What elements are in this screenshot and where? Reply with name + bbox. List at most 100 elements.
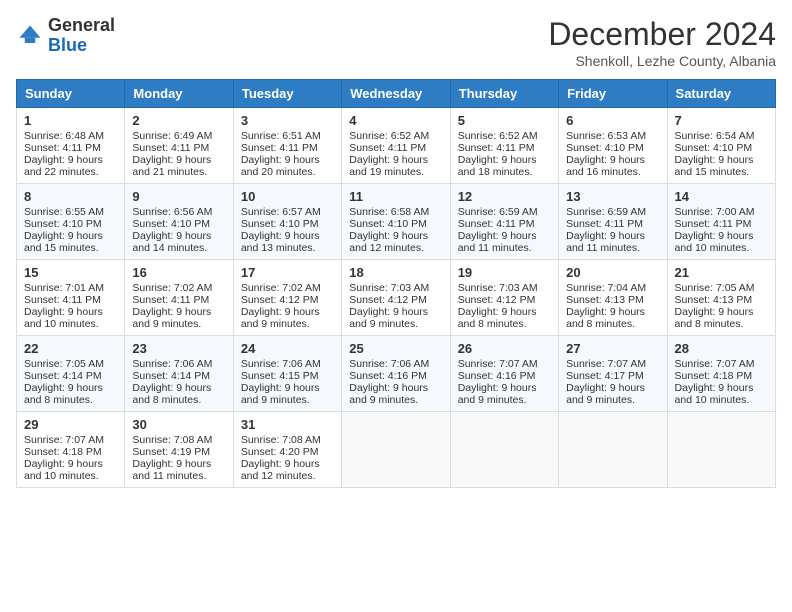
- calendar-cell: 9 Sunrise: 6:56 AM Sunset: 4:10 PM Dayli…: [125, 184, 233, 260]
- day-number: 12: [458, 189, 551, 204]
- sunrise-label: Sunrise: 7:05 AM: [24, 358, 104, 370]
- sunrise-label: Sunrise: 6:56 AM: [132, 206, 212, 218]
- sunrise-label: Sunrise: 7:07 AM: [24, 434, 104, 446]
- sunset-label: Sunset: 4:12 PM: [458, 294, 536, 306]
- sunset-label: Sunset: 4:11 PM: [458, 142, 535, 154]
- sunrise-label: Sunrise: 7:06 AM: [241, 358, 321, 370]
- calendar-cell: [342, 412, 450, 488]
- day-of-week-header: Tuesday: [233, 80, 341, 108]
- daylight-label: Daylight: 9 hours and 10 minutes.: [24, 458, 103, 482]
- daylight-label: Daylight: 9 hours and 9 minutes.: [241, 382, 320, 406]
- calendar-cell: 23 Sunrise: 7:06 AM Sunset: 4:14 PM Dayl…: [125, 336, 233, 412]
- sunset-label: Sunset: 4:11 PM: [349, 142, 426, 154]
- sunrise-label: Sunrise: 7:03 AM: [458, 282, 538, 294]
- sunrise-label: Sunrise: 6:52 AM: [349, 130, 429, 142]
- sunset-label: Sunset: 4:19 PM: [132, 446, 210, 458]
- sunset-label: Sunset: 4:10 PM: [349, 218, 427, 230]
- daylight-label: Daylight: 9 hours and 19 minutes.: [349, 154, 428, 178]
- day-number: 27: [566, 341, 659, 356]
- sunrise-label: Sunrise: 6:59 AM: [458, 206, 538, 218]
- calendar-cell: 21 Sunrise: 7:05 AM Sunset: 4:13 PM Dayl…: [667, 260, 775, 336]
- calendar-cell: 8 Sunrise: 6:55 AM Sunset: 4:10 PM Dayli…: [17, 184, 125, 260]
- day-number: 21: [675, 265, 768, 280]
- daylight-label: Daylight: 9 hours and 18 minutes.: [458, 154, 537, 178]
- calendar-cell: [667, 412, 775, 488]
- calendar-week-row: 15 Sunrise: 7:01 AM Sunset: 4:11 PM Dayl…: [17, 260, 776, 336]
- day-of-week-header: Saturday: [667, 80, 775, 108]
- calendar-cell: 2 Sunrise: 6:49 AM Sunset: 4:11 PM Dayli…: [125, 108, 233, 184]
- calendar-cell: 15 Sunrise: 7:01 AM Sunset: 4:11 PM Dayl…: [17, 260, 125, 336]
- day-number: 5: [458, 113, 551, 128]
- sunset-label: Sunset: 4:11 PM: [458, 218, 535, 230]
- calendar-week-row: 22 Sunrise: 7:05 AM Sunset: 4:14 PM Dayl…: [17, 336, 776, 412]
- daylight-label: Daylight: 9 hours and 11 minutes.: [566, 230, 645, 254]
- sunset-label: Sunset: 4:13 PM: [566, 294, 644, 306]
- sunset-label: Sunset: 4:14 PM: [132, 370, 210, 382]
- sunrise-label: Sunrise: 7:08 AM: [132, 434, 212, 446]
- sunrise-label: Sunrise: 6:51 AM: [241, 130, 321, 142]
- calendar-cell: 26 Sunrise: 7:07 AM Sunset: 4:16 PM Dayl…: [450, 336, 558, 412]
- sunrise-label: Sunrise: 7:05 AM: [675, 282, 755, 294]
- sunrise-label: Sunrise: 7:04 AM: [566, 282, 646, 294]
- day-of-week-header: Monday: [125, 80, 233, 108]
- daylight-label: Daylight: 9 hours and 8 minutes.: [675, 306, 754, 330]
- day-of-week-header: Sunday: [17, 80, 125, 108]
- sunset-label: Sunset: 4:18 PM: [24, 446, 102, 458]
- sunrise-label: Sunrise: 7:07 AM: [458, 358, 538, 370]
- calendar-cell: 19 Sunrise: 7:03 AM Sunset: 4:12 PM Dayl…: [450, 260, 558, 336]
- sunset-label: Sunset: 4:11 PM: [241, 142, 318, 154]
- day-of-week-header: Friday: [559, 80, 667, 108]
- calendar-cell: 6 Sunrise: 6:53 AM Sunset: 4:10 PM Dayli…: [559, 108, 667, 184]
- logo: General Blue: [16, 16, 115, 56]
- calendar-cell: 18 Sunrise: 7:03 AM Sunset: 4:12 PM Dayl…: [342, 260, 450, 336]
- daylight-label: Daylight: 9 hours and 11 minutes.: [132, 458, 211, 482]
- calendar-cell: 20 Sunrise: 7:04 AM Sunset: 4:13 PM Dayl…: [559, 260, 667, 336]
- calendar-cell: 31 Sunrise: 7:08 AM Sunset: 4:20 PM Dayl…: [233, 412, 341, 488]
- daylight-label: Daylight: 9 hours and 9 minutes.: [458, 382, 537, 406]
- daylight-label: Daylight: 9 hours and 9 minutes.: [349, 306, 428, 330]
- sunset-label: Sunset: 4:11 PM: [675, 218, 752, 230]
- calendar-cell: 3 Sunrise: 6:51 AM Sunset: 4:11 PM Dayli…: [233, 108, 341, 184]
- calendar-header-row: SundayMondayTuesdayWednesdayThursdayFrid…: [17, 80, 776, 108]
- day-number: 28: [675, 341, 768, 356]
- daylight-label: Daylight: 9 hours and 8 minutes.: [458, 306, 537, 330]
- day-number: 18: [349, 265, 442, 280]
- daylight-label: Daylight: 9 hours and 9 minutes.: [241, 306, 320, 330]
- sunset-label: Sunset: 4:13 PM: [675, 294, 753, 306]
- day-number: 9: [132, 189, 225, 204]
- sunset-label: Sunset: 4:11 PM: [24, 294, 101, 306]
- calendar-week-row: 1 Sunrise: 6:48 AM Sunset: 4:11 PM Dayli…: [17, 108, 776, 184]
- day-number: 31: [241, 417, 334, 432]
- sunset-label: Sunset: 4:16 PM: [458, 370, 536, 382]
- day-number: 11: [349, 189, 442, 204]
- day-number: 2: [132, 113, 225, 128]
- daylight-label: Daylight: 9 hours and 8 minutes.: [132, 382, 211, 406]
- daylight-label: Daylight: 9 hours and 11 minutes.: [458, 230, 537, 254]
- daylight-label: Daylight: 9 hours and 13 minutes.: [241, 230, 320, 254]
- day-number: 14: [675, 189, 768, 204]
- daylight-label: Daylight: 9 hours and 22 minutes.: [24, 154, 103, 178]
- sunrise-label: Sunrise: 7:08 AM: [241, 434, 321, 446]
- daylight-label: Daylight: 9 hours and 8 minutes.: [24, 382, 103, 406]
- day-number: 7: [675, 113, 768, 128]
- day-number: 25: [349, 341, 442, 356]
- calendar-cell: 1 Sunrise: 6:48 AM Sunset: 4:11 PM Dayli…: [17, 108, 125, 184]
- sunrise-label: Sunrise: 6:59 AM: [566, 206, 646, 218]
- sunset-label: Sunset: 4:17 PM: [566, 370, 644, 382]
- day-number: 1: [24, 113, 117, 128]
- calendar-cell: [450, 412, 558, 488]
- day-number: 6: [566, 113, 659, 128]
- sunrise-label: Sunrise: 7:07 AM: [566, 358, 646, 370]
- sunset-label: Sunset: 4:12 PM: [349, 294, 427, 306]
- sunset-label: Sunset: 4:11 PM: [24, 142, 101, 154]
- day-number: 22: [24, 341, 117, 356]
- logo-text: General Blue: [48, 16, 115, 56]
- sunset-label: Sunset: 4:11 PM: [566, 218, 643, 230]
- calendar-cell: 24 Sunrise: 7:06 AM Sunset: 4:15 PM Dayl…: [233, 336, 341, 412]
- day-number: 8: [24, 189, 117, 204]
- sunset-label: Sunset: 4:18 PM: [675, 370, 753, 382]
- day-number: 16: [132, 265, 225, 280]
- day-number: 29: [24, 417, 117, 432]
- sunset-label: Sunset: 4:10 PM: [132, 218, 210, 230]
- calendar-cell: 28 Sunrise: 7:07 AM Sunset: 4:18 PM Dayl…: [667, 336, 775, 412]
